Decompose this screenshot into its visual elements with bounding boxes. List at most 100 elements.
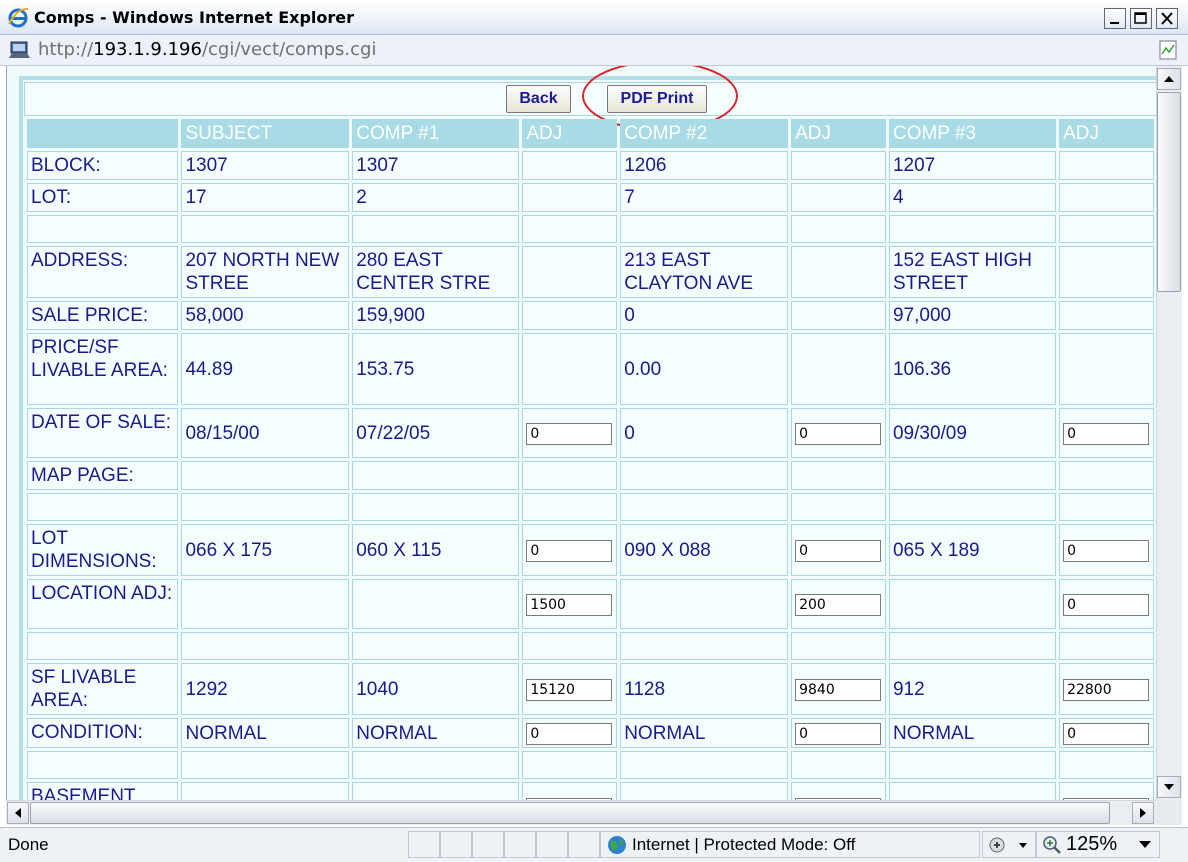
row-label — [27, 215, 179, 243]
adjustment-cell — [522, 151, 618, 180]
comp-cell: 09/30/09 — [888, 408, 1057, 458]
adjustment-cell — [791, 215, 886, 243]
subject-cell: 066 X 175 — [181, 524, 350, 576]
adjustment-input[interactable] — [795, 679, 882, 701]
page-content: Back PDF Print SUBJECT COMP #1 ADJ COMP #2 A… — [6, 66, 1157, 800]
row-label — [27, 751, 179, 779]
table-header-row: SUBJECT COMP #1 ADJ COMP #2 ADJ COMP #3 ADJ — [27, 119, 1154, 148]
table-row — [27, 632, 1154, 660]
adjustment-cell — [1059, 183, 1154, 212]
adjustment-cell — [1059, 663, 1154, 715]
adjustment-cell — [791, 579, 886, 629]
subject-cell: 17 — [181, 183, 350, 212]
compat-view-icon[interactable] — [1157, 39, 1179, 61]
comp-cell: 912 — [888, 663, 1057, 715]
adjustment-cell — [522, 632, 618, 660]
row-label — [27, 632, 179, 660]
comp-cell — [888, 632, 1057, 660]
row-label: ADDRESS: — [27, 246, 179, 298]
adjustment-cell — [522, 718, 618, 748]
minimize-icon — [1110, 22, 1119, 24]
comp-cell — [620, 632, 789, 660]
adjustment-input[interactable] — [526, 723, 613, 745]
adjustment-input[interactable] — [795, 540, 882, 562]
security-button[interactable] — [982, 831, 1036, 858]
comp-cell — [620, 215, 789, 243]
close-button[interactable] — [1156, 8, 1178, 29]
adjustment-cell — [1059, 215, 1154, 243]
globe-icon — [608, 836, 626, 854]
adjustment-input[interactable] — [795, 594, 882, 616]
scroll-up-button[interactable] — [1157, 68, 1181, 90]
page-icon — [9, 41, 30, 58]
adjustment-input[interactable] — [526, 423, 613, 445]
security-icon — [989, 837, 1027, 853]
comp-cell: 065 X 189 — [888, 524, 1057, 576]
subject-cell: 1292 — [181, 663, 350, 715]
row-label: SALE PRICE: — [27, 301, 179, 330]
comp-cell: 7 — [620, 183, 789, 212]
adjustment-input[interactable] — [1063, 679, 1150, 701]
subject-cell: 44.89 — [181, 333, 350, 405]
comp-cell: 106.36 — [888, 333, 1057, 405]
table-row: SF LIVABLE AREA:12921040 1128 912 — [27, 663, 1154, 715]
address-bar[interactable]: http://193.1.9.196/cgi/vect/comps.cgi — [0, 35, 1188, 66]
adjustment-input[interactable] — [1063, 594, 1150, 616]
dropdown-arrow-icon[interactable] — [1138, 840, 1152, 850]
adjustment-input[interactable] — [795, 723, 882, 745]
zone-text: Internet | Protected Mode: Off — [632, 835, 856, 854]
comp-cell — [352, 493, 520, 521]
comp-cell: 1128 — [620, 663, 789, 715]
adjustment-input[interactable] — [526, 540, 613, 562]
subject-cell: 207 NORTH NEW STREE — [181, 246, 350, 298]
adjustment-input[interactable] — [526, 679, 613, 701]
comp-cell: 07/22/05 — [352, 408, 520, 458]
table-row: ADDRESS: 207 NORTH NEW STREE 280 EAST CENT… — [27, 246, 1154, 298]
scroll-down-icon — [1164, 784, 1174, 790]
subject-cell — [181, 751, 350, 779]
comp-cell — [888, 215, 1057, 243]
maximize-icon — [1134, 12, 1147, 24]
row-label: LOT DIMENSIONS: — [27, 524, 179, 576]
comp-cell: 060 X 115 — [352, 524, 520, 576]
comp-cell: 159,900 — [352, 301, 520, 330]
vertical-scrollbar[interactable] — [1156, 66, 1182, 800]
back-button[interactable]: Back — [506, 85, 571, 113]
adjustment-input[interactable] — [1063, 723, 1150, 745]
horizontal-scroll-thumb[interactable] — [30, 802, 1110, 824]
comp-cell: 0 — [352, 782, 520, 800]
row-label: LOT: — [27, 183, 179, 212]
scroll-right-icon — [1140, 808, 1146, 818]
comp-cell: NORMAL — [888, 718, 1057, 748]
scroll-down-button[interactable] — [1157, 776, 1181, 798]
adjustment-input[interactable] — [1063, 540, 1150, 562]
adjustment-cell — [1059, 782, 1154, 800]
table-row: SALE PRICE: 58,000 159,900 0 97,000 — [27, 301, 1154, 330]
comp-cell — [352, 215, 520, 243]
scroll-left-button[interactable] — [7, 802, 29, 824]
vertical-scroll-thumb[interactable] — [1157, 92, 1181, 292]
adjustment-cell — [791, 333, 886, 405]
adjustment-cell — [791, 151, 886, 180]
comp-cell: NORMAL — [620, 718, 789, 748]
adjustment-input[interactable] — [795, 423, 882, 445]
subject-cell: 700 — [181, 782, 350, 800]
table-row — [27, 751, 1154, 779]
zoom-level: 125% — [1066, 833, 1118, 855]
maximize-button[interactable] — [1130, 8, 1152, 29]
comp-cell — [620, 461, 789, 490]
table-row: CONDITION:NORMALNORMALNORMALNORMAL — [27, 718, 1154, 748]
subject-cell: 08/15/00 — [181, 408, 350, 458]
url-field[interactable]: http://193.1.9.196/cgi/vect/comps.cgi — [38, 39, 376, 60]
adjustment-cell — [791, 183, 886, 212]
minimize-button[interactable] — [1104, 8, 1126, 29]
adjustment-input[interactable] — [1063, 423, 1150, 445]
horizontal-scrollbar[interactable] — [6, 800, 1156, 825]
adjustment-cell — [522, 301, 618, 330]
scroll-right-button[interactable] — [1132, 802, 1154, 824]
table-row: LOCATION ADJ: — [27, 579, 1154, 629]
adjustment-cell — [522, 183, 618, 212]
adjustment-input[interactable] — [526, 594, 613, 616]
subject-cell: 58,000 — [181, 301, 350, 330]
adjustment-cell — [522, 461, 618, 490]
